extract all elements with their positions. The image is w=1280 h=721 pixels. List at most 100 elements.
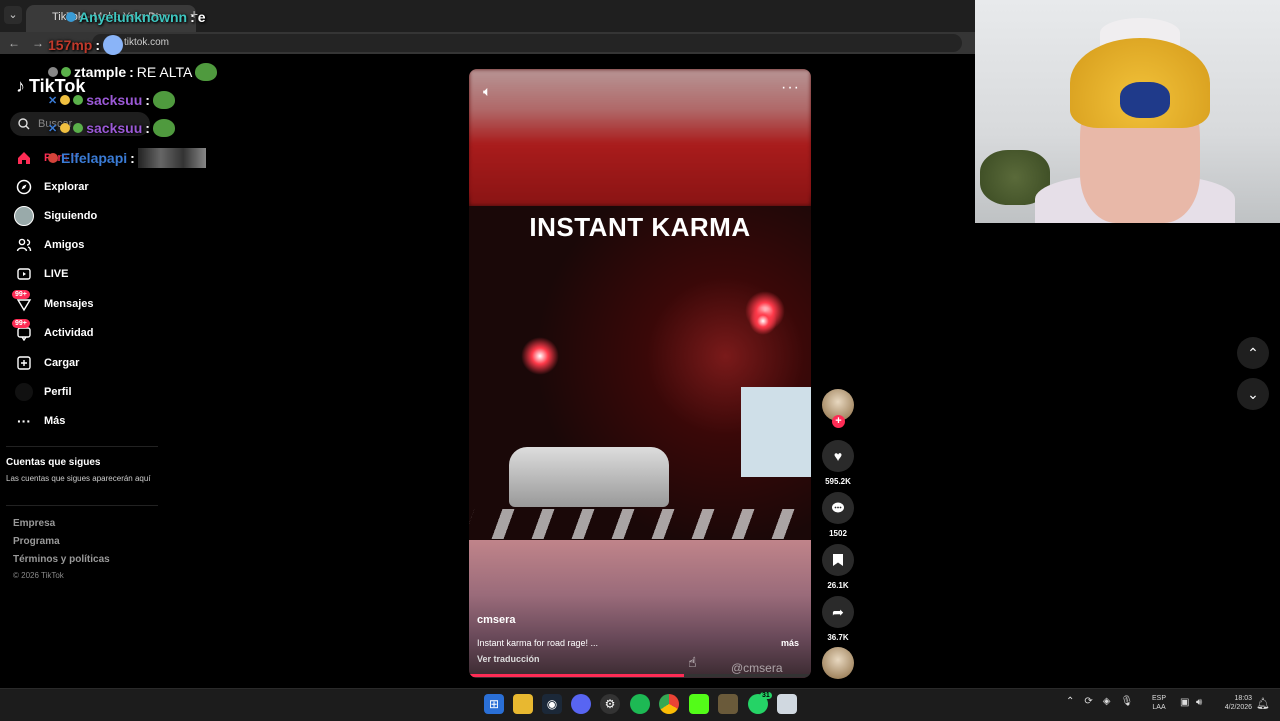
image-emote-icon bbox=[137, 148, 206, 168]
chevron-up-icon: ⌃ bbox=[1247, 344, 1259, 361]
share-count: 36.7K bbox=[827, 633, 849, 642]
system-tray: ⌃ ⟳ ◈ 🎙︎ bbox=[1066, 696, 1133, 707]
sidebar-item-actividad[interactable]: 99+ Actividad bbox=[12, 319, 154, 347]
more-link[interactable]: más bbox=[781, 638, 799, 648]
chat-emote-icon bbox=[103, 35, 124, 55]
url-field[interactable]: tiktok.com bbox=[92, 34, 962, 52]
video-top-blur bbox=[469, 69, 811, 206]
sidebar-divider bbox=[6, 446, 158, 447]
chat-username: ztample bbox=[74, 64, 127, 80]
sidebar-item-perfil[interactable]: Perfil bbox=[14, 378, 154, 406]
chat-text: e bbox=[197, 9, 206, 25]
steam-icon[interactable]: ◉ bbox=[542, 694, 562, 714]
comment-button[interactable]: 1502 bbox=[822, 492, 854, 538]
language-indicator[interactable]: ESP LAA bbox=[1152, 694, 1166, 712]
save-count: 26.1K bbox=[827, 581, 849, 590]
speaker-icon[interactable]: 🔊︎ bbox=[1196, 697, 1202, 708]
pepe-emote-icon bbox=[152, 91, 175, 109]
video-truck bbox=[741, 387, 811, 477]
minecraft-icon[interactable] bbox=[718, 694, 738, 714]
sidebar-item-amigos[interactable]: Amigos bbox=[14, 231, 154, 259]
activity-badge: 99+ bbox=[12, 319, 30, 328]
share-button[interactable]: ➦ 36.7K bbox=[822, 596, 854, 642]
clock[interactable]: 18:03 4/2/2026 bbox=[1216, 694, 1252, 712]
sound-disc[interactable] bbox=[822, 647, 854, 679]
kick-icon[interactable] bbox=[689, 694, 709, 714]
video-author[interactable]: cmsera bbox=[477, 614, 516, 626]
notification-bell-icon[interactable]: 🔔︎ bbox=[1256, 697, 1270, 710]
sidebar-item-label: Explorar bbox=[44, 181, 89, 193]
sidebar-item-mensajes[interactable]: 99+ Mensajes bbox=[12, 290, 154, 318]
video-car bbox=[509, 447, 669, 507]
sidebar-item-label: LIVE bbox=[44, 268, 69, 280]
webcam-beanie-logo bbox=[1120, 82, 1170, 118]
sidebar-item-mas[interactable]: ··· Más bbox=[14, 407, 154, 435]
sidebar-divider bbox=[6, 505, 158, 506]
security-shield-icon[interactable]: ◈ bbox=[1103, 696, 1111, 707]
sidebar-item-explorar[interactable]: Explorar bbox=[14, 173, 154, 201]
video-description: Instant karma for road rage! ... bbox=[477, 638, 599, 648]
chrome-icon[interactable] bbox=[659, 694, 679, 714]
heart-icon: ♥ bbox=[822, 440, 854, 472]
sword-badge-icon: ✕ bbox=[48, 94, 58, 107]
tab-search-icon[interactable]: ⌄ bbox=[4, 6, 22, 24]
spotify-icon[interactable] bbox=[630, 694, 650, 714]
chat-badge-icon bbox=[73, 123, 84, 133]
previous-video-button[interactable]: ⌃ bbox=[1237, 337, 1269, 369]
live-icon bbox=[14, 264, 34, 284]
back-arrow-icon[interactable]: ← bbox=[5, 34, 23, 52]
chat-badge-icon bbox=[66, 12, 76, 22]
notepad-icon[interactable] bbox=[777, 694, 797, 714]
like-count: 595.2K bbox=[825, 477, 851, 486]
file-explorer-icon[interactable] bbox=[513, 694, 533, 714]
hand-cursor-icon: ☝︎ bbox=[688, 654, 697, 670]
sidebar-item-cargar[interactable]: Cargar bbox=[14, 349, 154, 377]
chat-message: Anyelunknownn: e bbox=[66, 9, 206, 25]
next-video-button[interactable]: ⌄ bbox=[1237, 378, 1269, 410]
forward-arrow-icon[interactable]: → bbox=[29, 34, 47, 52]
footer-link-terminos[interactable]: Términos y políticas bbox=[13, 554, 110, 565]
more-options-icon[interactable]: ··· bbox=[781, 79, 800, 97]
bookmark-icon bbox=[822, 544, 854, 576]
sidebar-item-label: Actividad bbox=[44, 327, 94, 339]
chevron-down-icon: ⌄ bbox=[1247, 385, 1259, 402]
video-crosswalk bbox=[469, 509, 811, 539]
compass-icon bbox=[14, 177, 34, 197]
tray-chevron-up-icon[interactable]: ⌃ bbox=[1066, 696, 1074, 707]
sidebar-item-label: Mensajes bbox=[44, 298, 94, 310]
sidebar-item-label: Cargar bbox=[44, 357, 80, 369]
chat-username: sacksuu bbox=[86, 120, 143, 136]
microphone-icon[interactable]: 🎙︎ bbox=[1120, 696, 1133, 707]
sidebar-item-live[interactable]: LIVE bbox=[14, 260, 154, 288]
whatsapp-badge: 31 bbox=[760, 692, 772, 699]
chat-badge-icon bbox=[61, 67, 71, 77]
progress-bar[interactable] bbox=[469, 674, 811, 677]
sidebar-item-siguiendo[interactable]: Siguiendo bbox=[14, 202, 154, 230]
chat-username: 157mp bbox=[48, 37, 93, 53]
settings-app-icon[interactable]: ⚙ bbox=[600, 694, 620, 714]
discord-icon[interactable] bbox=[571, 694, 591, 714]
translate-link[interactable]: Ver traducción bbox=[477, 654, 540, 664]
sidebar-item-label: Perfil bbox=[44, 386, 72, 398]
pepe-emote-icon bbox=[195, 63, 218, 81]
like-button[interactable]: ♥ 595.2K bbox=[822, 440, 854, 486]
chat-message: ztample: RE ALTA bbox=[48, 63, 218, 81]
comment-count: 1502 bbox=[829, 529, 847, 538]
chat-username: Elfelapapi bbox=[61, 150, 128, 166]
more-icon: ··· bbox=[17, 413, 31, 429]
video-overlay-title: INSTANT KARMA bbox=[529, 212, 751, 242]
url-text: tiktok.com bbox=[124, 37, 170, 48]
footer-link-empresa[interactable]: Empresa bbox=[13, 518, 55, 529]
network-icon[interactable]: ▣ bbox=[1180, 697, 1189, 708]
save-button[interactable]: 26.1K bbox=[822, 544, 854, 590]
chat-message: ✕ sacksuu: bbox=[48, 91, 175, 109]
video-player[interactable]: INSTANT KARMA 🔈︎ ··· cmsera Instant karm… bbox=[469, 69, 811, 678]
chat-badge-icon bbox=[60, 95, 71, 105]
follow-plus-icon[interactable]: + bbox=[832, 415, 845, 428]
sync-icon[interactable]: ⟳ bbox=[1084, 696, 1092, 707]
share-arrow-icon: ➦ bbox=[822, 596, 854, 628]
footer-link-programa[interactable]: Programa bbox=[13, 536, 60, 547]
volume-icon[interactable]: 🔈︎ bbox=[483, 83, 491, 100]
windows-start-icon[interactable]: ⊞ bbox=[484, 694, 504, 714]
chat-message: ✕ sacksuu: bbox=[48, 119, 175, 137]
